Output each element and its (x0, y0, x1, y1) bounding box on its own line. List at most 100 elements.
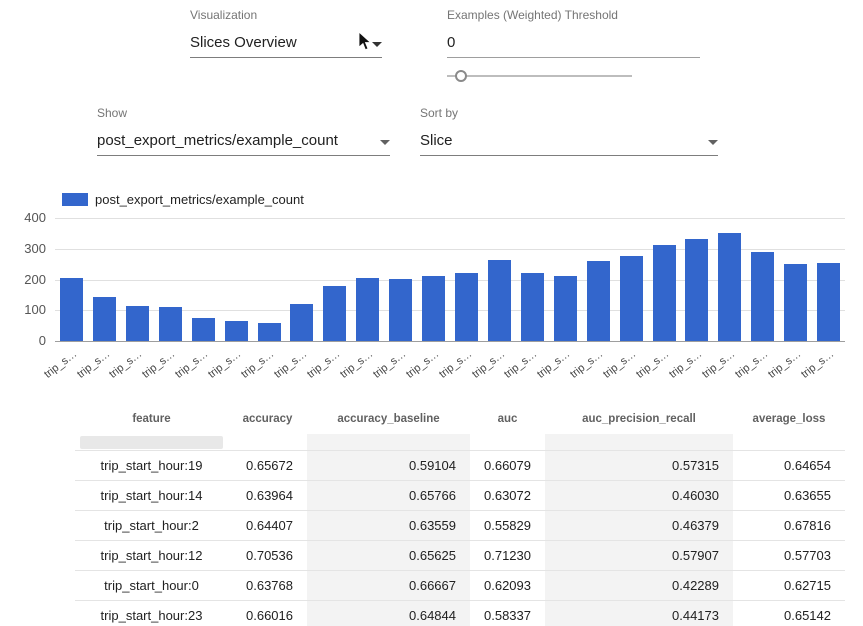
bar[interactable] (488, 260, 511, 342)
metric-cell: 0.55829 (470, 511, 545, 540)
filter-cell-accuracy_baseline (307, 434, 470, 450)
visualization-value: Slices Overview (190, 34, 297, 51)
x-axis-tick-label: trip_s… (404, 348, 441, 381)
metric-cell: 0.66079 (470, 451, 545, 480)
metric-cell: 0.63655 (733, 481, 845, 510)
x-axis-tick-label: trip_s… (700, 348, 737, 381)
column-header-accuracy[interactable]: accuracy (228, 413, 307, 425)
table-row[interactable]: trip_start_hour:140.639640.657660.630720… (75, 480, 845, 510)
bar[interactable] (126, 306, 149, 341)
metric-cell: 0.70536 (228, 541, 307, 570)
column-header-auc_precision_recall[interactable]: auc_precision_recall (545, 413, 733, 425)
bar[interactable] (587, 261, 610, 341)
bar[interactable] (685, 239, 708, 341)
x-axis-tick-label: trip_s… (206, 348, 243, 381)
feature-cell: trip_start_hour:12 (75, 541, 228, 570)
bar[interactable] (323, 286, 346, 341)
x-axis-tick-label: trip_s… (173, 348, 210, 381)
metric-cell: 0.42289 (545, 571, 733, 600)
bar[interactable] (356, 278, 379, 341)
metric-cell: 0.64407 (228, 511, 307, 540)
slider-handle[interactable] (455, 70, 467, 82)
bar[interactable] (93, 297, 116, 341)
x-axis-tick-label: trip_s… (107, 348, 144, 381)
feature-cell: trip_start_hour:2 (75, 511, 228, 540)
x-axis-tick-label: trip_s… (568, 348, 605, 381)
visualization-label: Visualization (190, 8, 382, 22)
x-axis-tick-label: trip_s… (371, 348, 408, 381)
column-header-average_loss[interactable]: average_loss (733, 413, 845, 425)
sort-by-control: Sort by Slice (420, 106, 718, 156)
bar[interactable] (653, 245, 676, 341)
threshold-slider[interactable] (447, 69, 632, 83)
bar[interactable] (751, 252, 774, 341)
y-axis-tick-label: 400 (0, 210, 46, 226)
bar[interactable] (258, 323, 281, 341)
gridline (55, 341, 845, 342)
x-axis-tick-label: trip_s… (502, 348, 539, 381)
x-axis-tick-label: trip_s… (437, 348, 474, 381)
x-axis-tick-label: trip_s… (305, 348, 342, 381)
filter-cell-accuracy (228, 434, 307, 450)
bar[interactable] (554, 276, 577, 341)
metric-cell: 0.65766 (307, 481, 470, 510)
bar[interactable] (817, 263, 840, 341)
table-row[interactable]: trip_start_hour:190.656720.591040.660790… (75, 450, 845, 480)
bar[interactable] (521, 273, 544, 341)
visualization-select[interactable]: Slices Overview (190, 22, 382, 58)
feature-filter-input[interactable] (80, 436, 223, 449)
table-header-row: featureaccuracyaccuracy_baselineaucauc_p… (75, 404, 845, 434)
bar[interactable] (159, 307, 182, 341)
x-axis-tick-label: trip_s… (634, 348, 671, 381)
show-value: post_export_metrics/example_count (97, 132, 338, 149)
metric-cell: 0.65142 (733, 601, 845, 626)
bar[interactable] (718, 233, 741, 341)
mouse-cursor-icon (357, 31, 372, 52)
metric-cell: 0.63768 (228, 571, 307, 600)
bar[interactable] (60, 278, 83, 341)
legend-swatch (62, 193, 88, 206)
table-row[interactable]: trip_start_hour:20.644070.635590.55829 0.… (75, 510, 845, 540)
table-row[interactable]: trip_start_hour:230.660160.648440.583370… (75, 600, 845, 626)
bar[interactable] (290, 304, 313, 341)
show-select[interactable]: post_export_metrics/example_count (97, 120, 390, 156)
y-axis-tick-label: 100 (0, 302, 46, 318)
x-axis-tick-label: trip_s… (766, 348, 803, 381)
bar[interactable] (225, 321, 248, 341)
metric-cell: 0.64844 (307, 601, 470, 626)
sort-by-select[interactable]: Slice (420, 120, 718, 156)
filter-cell-feature (75, 434, 228, 450)
metric-cell: 0.65625 (307, 541, 470, 570)
chevron-down-icon (380, 140, 390, 145)
filter-cell-auc (470, 434, 545, 450)
x-axis-tick-label: trip_s… (601, 348, 638, 381)
bar[interactable] (422, 276, 445, 342)
metric-cell: 0.63072 (470, 481, 545, 510)
column-header-auc[interactable]: auc (470, 413, 545, 425)
table-row[interactable]: trip_start_hour:120.705360.656250.712300… (75, 540, 845, 570)
metric-cell: 0.62093 (470, 571, 545, 600)
sort-by-label: Sort by (420, 106, 718, 120)
bar[interactable] (192, 318, 215, 341)
filter-cell-average_loss (733, 434, 845, 450)
metric-cell: 0.67816 (733, 511, 845, 540)
x-axis-tick-label: trip_s… (140, 348, 177, 381)
filter-cell-auc_precision_recall (545, 434, 733, 450)
slicing-metrics-view: Visualization Slices Overview Examples (… (0, 0, 863, 626)
x-axis-tick-label: trip_s… (667, 348, 704, 381)
threshold-value: 0 (447, 34, 455, 51)
column-header-feature[interactable]: feature (75, 413, 228, 425)
bar[interactable] (784, 264, 807, 342)
x-axis-tick-label: trip_s… (75, 348, 112, 381)
bar[interactable] (455, 273, 478, 341)
x-axis-tick-label: trip_s… (733, 348, 770, 381)
bar[interactable] (620, 256, 643, 341)
threshold-input[interactable]: 0 (447, 22, 700, 58)
bar[interactable] (389, 279, 412, 341)
feature-cell: trip_start_hour:14 (75, 481, 228, 510)
threshold-label: Examples (Weighted) Threshold (447, 8, 700, 22)
metric-cell: 0.66016 (228, 601, 307, 626)
metric-cell: 0.63559 (307, 511, 470, 540)
column-header-accuracy_baseline[interactable]: accuracy_baseline (307, 413, 470, 425)
table-row[interactable]: trip_start_hour:00.637680.666670.620930.… (75, 570, 845, 600)
